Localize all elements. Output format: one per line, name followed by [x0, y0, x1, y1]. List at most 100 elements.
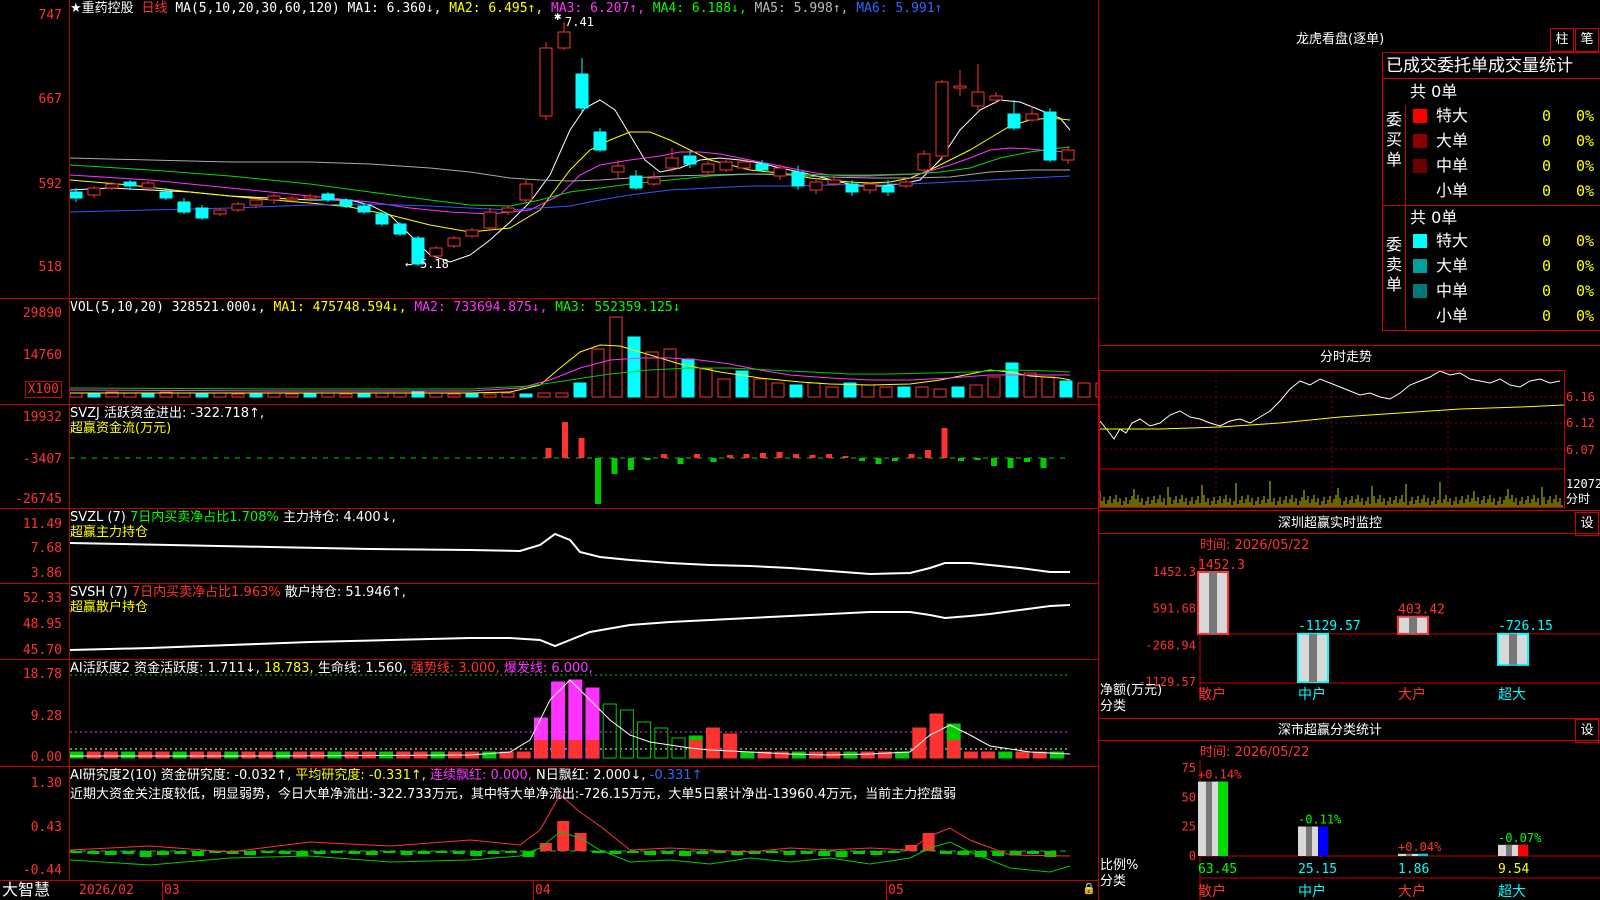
svzj-label: SVZJ 活跃资金进出: -322.718↑, [70, 406, 265, 421]
ytick: 3.86 [30, 566, 62, 581]
ai2-bar [783, 851, 796, 855]
ai1-bar [602, 703, 617, 759]
ai2-bar [713, 851, 726, 853]
volume-bar [429, 392, 443, 398]
ai1-bar [224, 751, 239, 759]
svsh-subtitle: 超赢散户持仓 [70, 600, 149, 615]
order-size-swatch [1413, 309, 1427, 323]
svzl-line [70, 532, 1070, 576]
volume-bar [1095, 382, 1098, 398]
ai2-bar [278, 851, 291, 854]
candle-body [357, 205, 371, 213]
ai1-bar [70, 751, 84, 759]
ai1-bar [172, 751, 187, 759]
sz-class-bar-shade [1306, 826, 1312, 856]
svzl-header: SVZL (7) 7日内买卖净占比1.708% 主力持仓: 4.400↓, 超赢… [70, 510, 396, 540]
order-size-name: 小单 [1436, 181, 1469, 200]
svzj-bar [644, 458, 651, 460]
candle-body [971, 91, 985, 107]
ai2-c: 连续飘红: 0.000, [430, 768, 532, 783]
svzj-bar [974, 458, 981, 460]
ytick: -3407 [22, 452, 62, 467]
candle-body [483, 211, 497, 229]
svzl-pos: 主力持仓: 4.400↓, [282, 510, 396, 525]
order-count: 0 [1542, 182, 1552, 200]
ai1-bar-base [723, 740, 737, 758]
sz-monitor-value: 1452.3 [1198, 558, 1245, 573]
ytick: 48.95 [22, 617, 62, 632]
svzj-bar [776, 452, 783, 458]
ai2-bar [800, 851, 813, 854]
period-label[interactable]: 日线 [141, 1, 167, 16]
svzl-label: SVZL (7) [70, 510, 126, 525]
ai1-bar [963, 751, 978, 759]
sz-monitor-value: 403.42 [1398, 603, 1445, 618]
xaxis-divider [162, 881, 163, 900]
volume-bar [537, 392, 551, 398]
volume-bar [969, 384, 983, 398]
ai2-analysis-text: 近期大资金关注度较低，明显弱势，今日大单净流出:-322.733万元，其中特大单… [70, 787, 957, 802]
ai1-bar [241, 751, 256, 759]
ytick: 52.33 [22, 591, 62, 606]
ai2-bar [487, 851, 500, 854]
ai2-b: 平均研究度: -0.331↑, [295, 768, 426, 783]
ai1-bar [998, 751, 1013, 759]
svzj-bar [793, 454, 799, 458]
xaxis-divider [533, 881, 534, 900]
order-size-name: 小单 [1436, 306, 1469, 325]
stock-name[interactable]: ★重药控股 [70, 1, 134, 16]
sz-monitor-bar-shade [1509, 633, 1517, 665]
svsh-yaxis: 52.33 48.95 45.70 [0, 583, 66, 659]
volume-bar [249, 392, 263, 398]
lock-icon[interactable]: 🔒 [1082, 881, 1096, 896]
ai1-bar-base [930, 740, 943, 758]
ai2-bar [835, 851, 848, 857]
candle-body [737, 161, 751, 169]
ai1-bar [327, 751, 342, 759]
svzj-bar [892, 458, 898, 461]
order-pct: 0% [1576, 132, 1595, 150]
ma5-value: MA5: 5.998↑, [754, 1, 849, 16]
sz-class-ytick: 25 [1182, 820, 1196, 834]
ai1-bar [619, 709, 634, 759]
order-count: 0 [1542, 307, 1552, 325]
volume-bar [141, 392, 155, 398]
sz-class-change: +0.14% [1198, 768, 1242, 782]
ai1-c: 生命线: 1.560, [317, 661, 407, 676]
sz-class-time: 时间: 2026/05/22 [1200, 745, 1310, 760]
sz-class-bar-shade [1406, 853, 1412, 856]
sz-class-bar-shade [1506, 844, 1512, 856]
candle-body [1061, 149, 1075, 161]
intraday-chart[interactable] [1100, 371, 1564, 507]
vol-ma1-line [70, 344, 1071, 394]
main-chart-svg[interactable]: ✱ 7.41 ← 5.18 [70, 0, 1098, 880]
tick-mode-button[interactable]: 笔 [1575, 28, 1599, 52]
order-pct: 0% [1576, 307, 1595, 325]
candle-body [773, 167, 787, 177]
volume-bar [555, 392, 569, 398]
ai1-bar [138, 751, 153, 759]
candle-body [375, 213, 389, 225]
brand-logo: 大智慧 [2, 880, 51, 899]
ai1-bar-base [947, 740, 961, 758]
volume-bar [861, 384, 875, 398]
bar-mode-button[interactable]: 柱 [1550, 28, 1574, 52]
volume-bar [195, 393, 209, 398]
volume-bar [717, 378, 731, 398]
candle-body [231, 203, 245, 211]
ytick: 6.16 [1566, 390, 1595, 404]
sz-monitor-ytick: 1452.3 [1153, 565, 1196, 579]
candle-body [70, 191, 83, 199]
ai2-bar [435, 851, 448, 853]
sz-class-category: 中户 [1298, 883, 1326, 900]
xaxis-label: 04 [535, 883, 551, 898]
vol-header: VOL(5,10,20) 328521.000↓, MA1: 475748.59… [70, 300, 681, 315]
order-size-swatch [1413, 234, 1427, 248]
volume-bar [699, 368, 713, 398]
ytick: 667 [38, 92, 62, 107]
sz-monitor-value: -726.15 [1498, 619, 1553, 634]
ai2-bar [1027, 851, 1039, 854]
candle-body [665, 157, 679, 169]
order-size-name: 特大 [1436, 231, 1469, 250]
candle-body [557, 31, 571, 49]
